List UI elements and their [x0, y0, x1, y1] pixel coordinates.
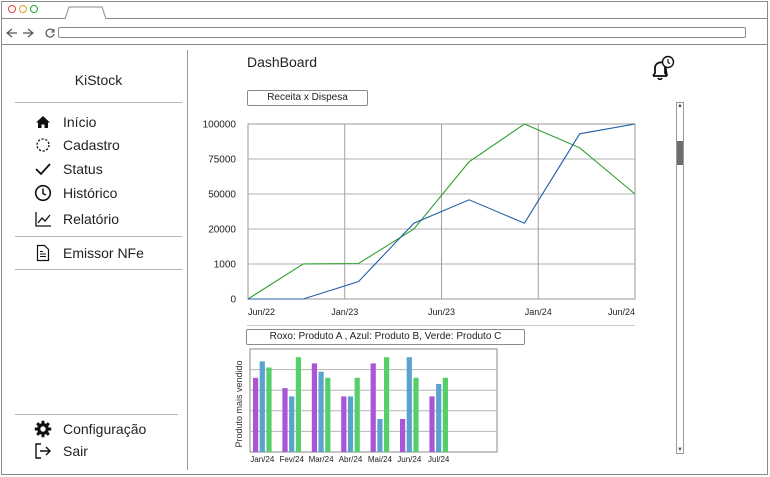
sidebar-item-label: Histórico: [63, 185, 118, 201]
x-tick-label: Jun/23: [428, 307, 455, 317]
sidebar-item-relatorio[interactable]: Relatório: [34, 209, 119, 229]
bar-jun-24-s1: [400, 419, 406, 452]
circle-dashed-icon: [34, 136, 52, 154]
browser-titlebar: [2, 2, 767, 19]
line-chart-icon: [34, 210, 52, 228]
bar-x-tick-label: Fev/24: [279, 455, 304, 464]
clock-icon: [34, 184, 52, 202]
bar-abr-24-s3: [354, 377, 360, 452]
bar-jun-24-s2: [406, 357, 412, 452]
bar-jan-24-s2: [259, 361, 265, 452]
logout-icon: [34, 442, 52, 460]
bar-jul-24-s3: [442, 377, 448, 452]
scrollbar-thumb[interactable]: [677, 141, 683, 165]
sidebar-item-historico[interactable]: Histórico: [34, 183, 117, 203]
sidebar-item-emissor-nfe[interactable]: Emissor NFe: [34, 243, 144, 263]
browser-tab[interactable]: [64, 6, 108, 20]
x-tick-label: Jan/23: [331, 307, 358, 317]
y-tick-label: 1000: [214, 260, 237, 271]
sidebar-separator: [187, 50, 188, 470]
revenue-expense-chart: 0 1000 20000 50000 75000 100000 Jun/22 Jan/23 J…: [203, 120, 636, 317]
scroll-up-icon[interactable]: ▲: [677, 103, 683, 109]
address-bar[interactable]: [58, 27, 746, 38]
check-icon: [34, 160, 52, 178]
sidebar-item-label: Status: [63, 161, 103, 177]
bar-x-tick-label: Mai/24: [368, 455, 393, 464]
y-tick-label: 0: [230, 295, 236, 306]
bar-x-tick-label: Jul/24: [428, 455, 450, 464]
bar-chart-ylabel: Produto mais vendido: [234, 360, 244, 447]
y-tick-label: 100000: [203, 120, 237, 131]
sidebar-item-status[interactable]: Status: [34, 159, 103, 179]
sidebar-item-label: Emissor NFe: [63, 245, 144, 261]
y-tick-label: 20000: [208, 225, 236, 236]
forward-arrow-icon[interactable]: [21, 27, 35, 39]
back-arrow-icon[interactable]: [5, 27, 19, 39]
bar-abr-24-s1: [341, 396, 347, 452]
sidebar-item-label: Configuração: [63, 421, 147, 437]
bar-jul-24-s1: [429, 396, 435, 452]
sidebar-item-cadastro[interactable]: Cadastro: [34, 135, 120, 155]
bar-mai-24-s2: [377, 419, 383, 452]
bar-fev-24-s2: [289, 396, 295, 452]
bar-x-tick-label: Mar/24: [309, 455, 334, 464]
sidebar-divider: [15, 269, 182, 270]
sidebar-item-sair[interactable]: Sair: [34, 441, 88, 461]
products-legend-tab[interactable]: Roxo: Produto A , Azul: Produto B, Verde…: [246, 329, 525, 345]
y-tick-label: 75000: [208, 155, 236, 166]
minimize-window-icon[interactable]: [19, 5, 27, 13]
bar-fev-24-s1: [282, 388, 288, 452]
bar-x-tick-label: Abr/24: [339, 455, 363, 464]
app-brand: KiStock: [74, 72, 123, 88]
sidebar-divider: [15, 236, 182, 237]
bar-jul-24-s2: [436, 384, 442, 452]
revenue-expense-tab[interactable]: Receita x Dispesa: [247, 90, 368, 106]
products-bar-chart: Produto mais vendido Jan/24 Fev/24 Mar/24 A…: [234, 348, 498, 464]
document-icon: [34, 244, 52, 262]
bar-jan-24-s3: [266, 367, 272, 452]
reload-icon[interactable]: [44, 27, 56, 39]
sidebar-item-label: Início: [63, 114, 97, 130]
x-tick-label: Jun/22: [248, 307, 275, 317]
sidebar-item-label: Cadastro: [63, 137, 120, 153]
bar-jan-24-s1: [253, 377, 259, 452]
sidebar-item-inicio[interactable]: Início: [34, 112, 96, 132]
maximize-window-icon[interactable]: [30, 5, 38, 13]
bar-mar-24-s2: [318, 371, 324, 452]
sidebar-item-label: Relatório: [63, 211, 120, 227]
sidebar-item-configuracao[interactable]: Configuração: [34, 419, 146, 439]
gear-icon: [34, 420, 52, 438]
bar-mar-24-s1: [311, 363, 317, 452]
page-title: DashBoard: [247, 54, 318, 70]
close-window-icon[interactable]: [8, 5, 16, 13]
home-icon: [34, 113, 52, 131]
bar-mai-24-s1: [370, 363, 376, 452]
bar-x-tick-label: Jan/24: [250, 455, 275, 464]
x-tick-label: Jun/24: [608, 307, 635, 317]
bar-mar-24-s3: [325, 377, 331, 452]
sidebar-item-label: Sair: [63, 443, 88, 459]
sidebar-divider: [15, 102, 182, 103]
notification-bell-icon[interactable]: [648, 55, 678, 83]
y-tick-label: 50000: [208, 190, 236, 201]
bar-jun-24-s3: [413, 377, 419, 452]
scroll-down-icon[interactable]: ▼: [677, 447, 683, 453]
bar-mai-24-s3: [384, 357, 390, 452]
bar-abr-24-s2: [347, 396, 354, 452]
chart-divider: [247, 325, 635, 326]
sidebar-divider: [15, 414, 178, 415]
bar-fev-24-s3: [295, 357, 301, 452]
x-tick-label: Jan/24: [525, 307, 552, 317]
bar-x-tick-label: Jun/24: [397, 455, 422, 464]
